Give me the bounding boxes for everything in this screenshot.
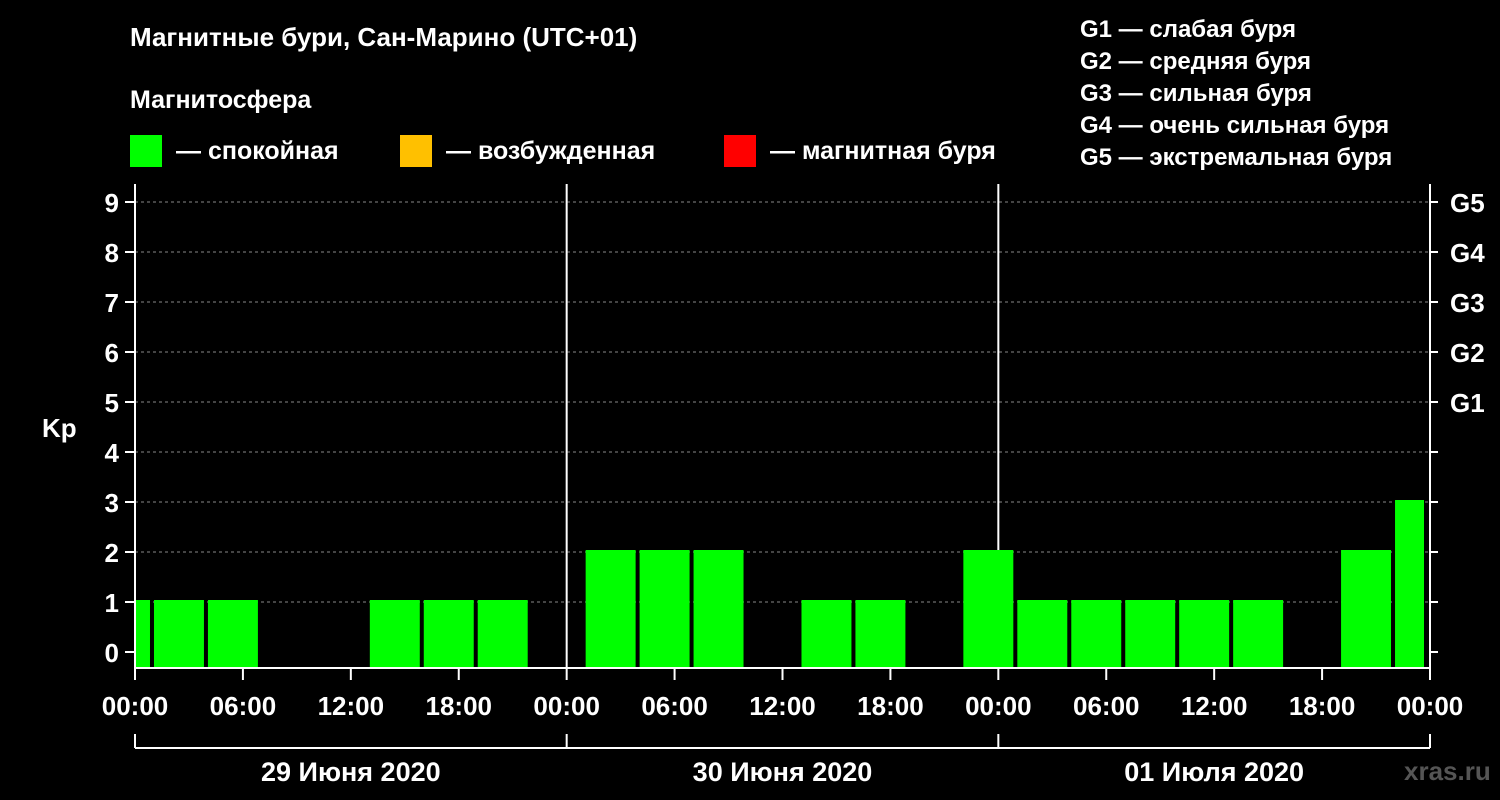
x-tick-label: 00:00 (965, 691, 1032, 721)
y-tick-label: 5 (105, 388, 119, 418)
x-tick-label: 18:00 (426, 691, 493, 721)
kp-bar (1395, 500, 1424, 668)
kp-bar (801, 600, 852, 668)
kp-bar (207, 600, 258, 668)
y-tick-label: 1 (105, 588, 119, 618)
kp-bar (369, 600, 420, 668)
x-tick-label: 00:00 (102, 691, 169, 721)
x-tick-label: 12:00 (749, 691, 816, 721)
g-tick-label: G3 (1450, 288, 1485, 318)
x-tick-label: 18:00 (857, 691, 924, 721)
kp-bar (153, 600, 204, 668)
kp-chart: 0 1 2 3 4 5 6 7 8 9 G1 G2 G3 G4 G5 Kp 00:00 06:00 12:00 18:… (42, 184, 1485, 787)
y-tick-label: 6 (105, 338, 119, 368)
x-tick-label: 12:00 (1181, 691, 1248, 721)
y-tick-label: 3 (105, 488, 119, 518)
kp-bar (423, 600, 474, 668)
kp-bar (1071, 600, 1122, 668)
x-tick-label: 12:00 (318, 691, 385, 721)
kp-bar (585, 550, 636, 668)
y-tick-label: 2 (105, 538, 119, 568)
kp-bar (963, 550, 1014, 668)
x-tick-label: 00:00 (1397, 691, 1464, 721)
g-tick-label: G4 (1450, 238, 1485, 268)
y-tick-label: 9 (105, 188, 119, 218)
g-tick-label: G5 (1450, 188, 1485, 218)
x-tick-label: 06:00 (641, 691, 708, 721)
y-tick-label: 8 (105, 238, 119, 268)
date-label: 30 Июня 2020 (693, 757, 873, 787)
kp-bar (1125, 600, 1176, 668)
y-tick-label: 4 (105, 438, 120, 468)
x-tick-label: 00:00 (533, 691, 600, 721)
date-label: 01 Июля 2020 (1124, 757, 1304, 787)
kp-bar (1233, 600, 1284, 668)
watermark: xras.ru (1404, 756, 1491, 786)
date-label: 29 Июня 2020 (261, 757, 441, 787)
y-tick-label: 0 (105, 638, 119, 668)
kp-bar (1341, 550, 1392, 668)
g-tick-label: G1 (1450, 388, 1485, 418)
kp-bar (136, 600, 150, 668)
kp-bar (1179, 600, 1230, 668)
g-tick-label: G2 (1450, 338, 1485, 368)
y-tick-label: 7 (105, 288, 119, 318)
x-tick-label: 06:00 (210, 691, 277, 721)
kp-bar (639, 550, 690, 668)
x-tick-label: 18:00 (1289, 691, 1356, 721)
y-axis-label: Kp (42, 413, 77, 443)
kp-bar (855, 600, 906, 668)
kp-bar (477, 600, 528, 668)
kp-bar (693, 550, 744, 668)
x-tick-label: 06:00 (1073, 691, 1140, 721)
kp-bar (1017, 600, 1068, 668)
